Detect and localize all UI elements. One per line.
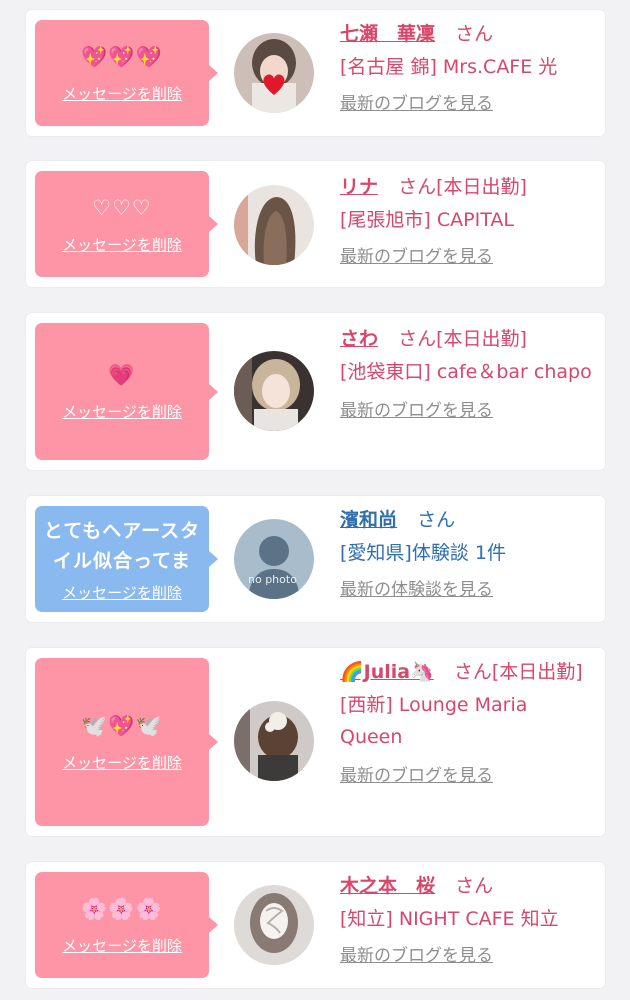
- shop-label: [西新] Lounge Maria Queen: [340, 694, 528, 748]
- message-text: 💗: [108, 363, 136, 387]
- message-text: 💖💖💖: [81, 44, 163, 69]
- cast-name-link[interactable]: 🌈Julia🦄: [340, 661, 434, 683]
- cast-name-link[interactable]: 木之本 桜: [340, 875, 435, 897]
- honorific-label: さん[本日出勤]: [398, 328, 527, 350]
- avatar[interactable]: no photo: [234, 519, 314, 599]
- message-card: ♡♡♡ メッセージを削除 リナ さん[本日出勤] [尾張旭市] CAPITAL …: [26, 161, 605, 287]
- profile-info: 🌈Julia🦄 さん[本日出勤] [西新] Lounge Maria Queen…: [340, 656, 595, 786]
- message-bubble: 🌸🌸🌸 メッセージを削除: [35, 872, 218, 978]
- shop-label: [名古屋 錦] Mrs.CAFE 光: [340, 56, 558, 78]
- message-card: 💖💖💖 メッセージを削除 七瀬 華凜 さん [名古屋 錦] Mrs.CAFE 光…: [26, 10, 605, 136]
- no-photo-label: no photo: [248, 573, 297, 586]
- delete-message-link[interactable]: メッセージを削除: [62, 935, 182, 956]
- profile-info: リナ さん[本日出勤] [尾張旭市] CAPITAL 最新のブログを見る: [340, 171, 595, 267]
- shop-label: [知立] NIGHT CAFE 知立: [340, 908, 559, 930]
- view-review-link[interactable]: 最新の体験談を見る: [340, 575, 493, 600]
- message-text: とてもヘアースタイル似合ってま: [43, 519, 201, 572]
- profile-info: 濱和尚 さん [愛知県]体験談 1件 最新の体験談を見る: [340, 504, 595, 600]
- profile-info: さわ さん[本日出勤] [池袋東口] cafe＆bar chapo 最新のブログ…: [340, 323, 595, 421]
- cast-name-link[interactable]: 七瀬 華凜: [340, 23, 435, 45]
- cast-name-link[interactable]: さわ: [340, 328, 378, 350]
- delete-message-link[interactable]: メッセージを削除: [62, 582, 182, 603]
- reviewer-name-link[interactable]: 濱和尚: [340, 509, 397, 531]
- view-blog-link[interactable]: 最新のブログを見る: [340, 242, 493, 267]
- delete-message-link[interactable]: メッセージを削除: [62, 83, 182, 104]
- message-card: 🕊️💖🕊️ メッセージを削除 🌈Julia🦄 さん[本日出勤] [西新] Lou…: [26, 648, 605, 836]
- honorific-label: さん[本日出勤]: [398, 176, 527, 198]
- view-blog-link[interactable]: 最新のブログを見る: [340, 89, 493, 114]
- message-card: 🌸🌸🌸 メッセージを削除 木之本 桜 さん [知立] NIGHT CAFE 知立…: [26, 862, 605, 988]
- message-bubble: 🕊️💖🕊️ メッセージを削除: [35, 658, 218, 826]
- message-card: とてもヘアースタイル似合ってま メッセージを削除 no photo 濱和尚 さん…: [26, 496, 605, 622]
- view-blog-link[interactable]: 最新のブログを見る: [340, 396, 493, 421]
- honorific-label: さん: [417, 509, 456, 531]
- avatar[interactable]: [234, 33, 314, 113]
- message-bubble: 💗 メッセージを削除: [35, 323, 218, 460]
- honorific-label: さん: [455, 875, 494, 897]
- profile-info: 七瀬 華凜 さん [名古屋 錦] Mrs.CAFE 光 最新のブログを見る: [340, 18, 595, 114]
- avatar[interactable]: [234, 351, 314, 431]
- avatar[interactable]: [234, 185, 314, 265]
- message-bubble: ♡♡♡ メッセージを削除: [35, 171, 218, 277]
- profile-info: 木之本 桜 さん [知立] NIGHT CAFE 知立 最新のブログを見る: [340, 870, 595, 966]
- honorific-label: さん: [455, 23, 494, 45]
- shop-label: [尾張旭市] CAPITAL: [340, 209, 514, 231]
- message-text: ♡♡♡: [92, 195, 152, 220]
- delete-message-link[interactable]: メッセージを削除: [62, 752, 182, 773]
- message-text: 🌸🌸🌸: [81, 896, 163, 921]
- message-text: 🕊️💖🕊️: [81, 713, 163, 738]
- honorific-label: さん[本日出勤]: [453, 661, 583, 683]
- avatar[interactable]: [234, 701, 314, 781]
- delete-message-link[interactable]: メッセージを削除: [62, 234, 182, 255]
- message-bubble: とてもヘアースタイル似合ってま メッセージを削除: [35, 506, 218, 612]
- shop-label: [池袋東口] cafe＆bar chapo: [340, 361, 592, 383]
- avatar[interactable]: [234, 885, 314, 965]
- message-card: 💗 メッセージを削除 さわ さん[本日出勤] [池袋東口] cafe＆bar c…: [26, 313, 605, 470]
- delete-message-link[interactable]: メッセージを削除: [62, 401, 182, 422]
- shop-label: [愛知県]体験談 1件: [340, 542, 506, 564]
- view-blog-link[interactable]: 最新のブログを見る: [340, 941, 493, 966]
- message-bubble: 💖💖💖 メッセージを削除: [35, 20, 218, 126]
- cast-name-link[interactable]: リナ: [340, 176, 378, 198]
- view-blog-link[interactable]: 最新のブログを見る: [340, 761, 493, 786]
